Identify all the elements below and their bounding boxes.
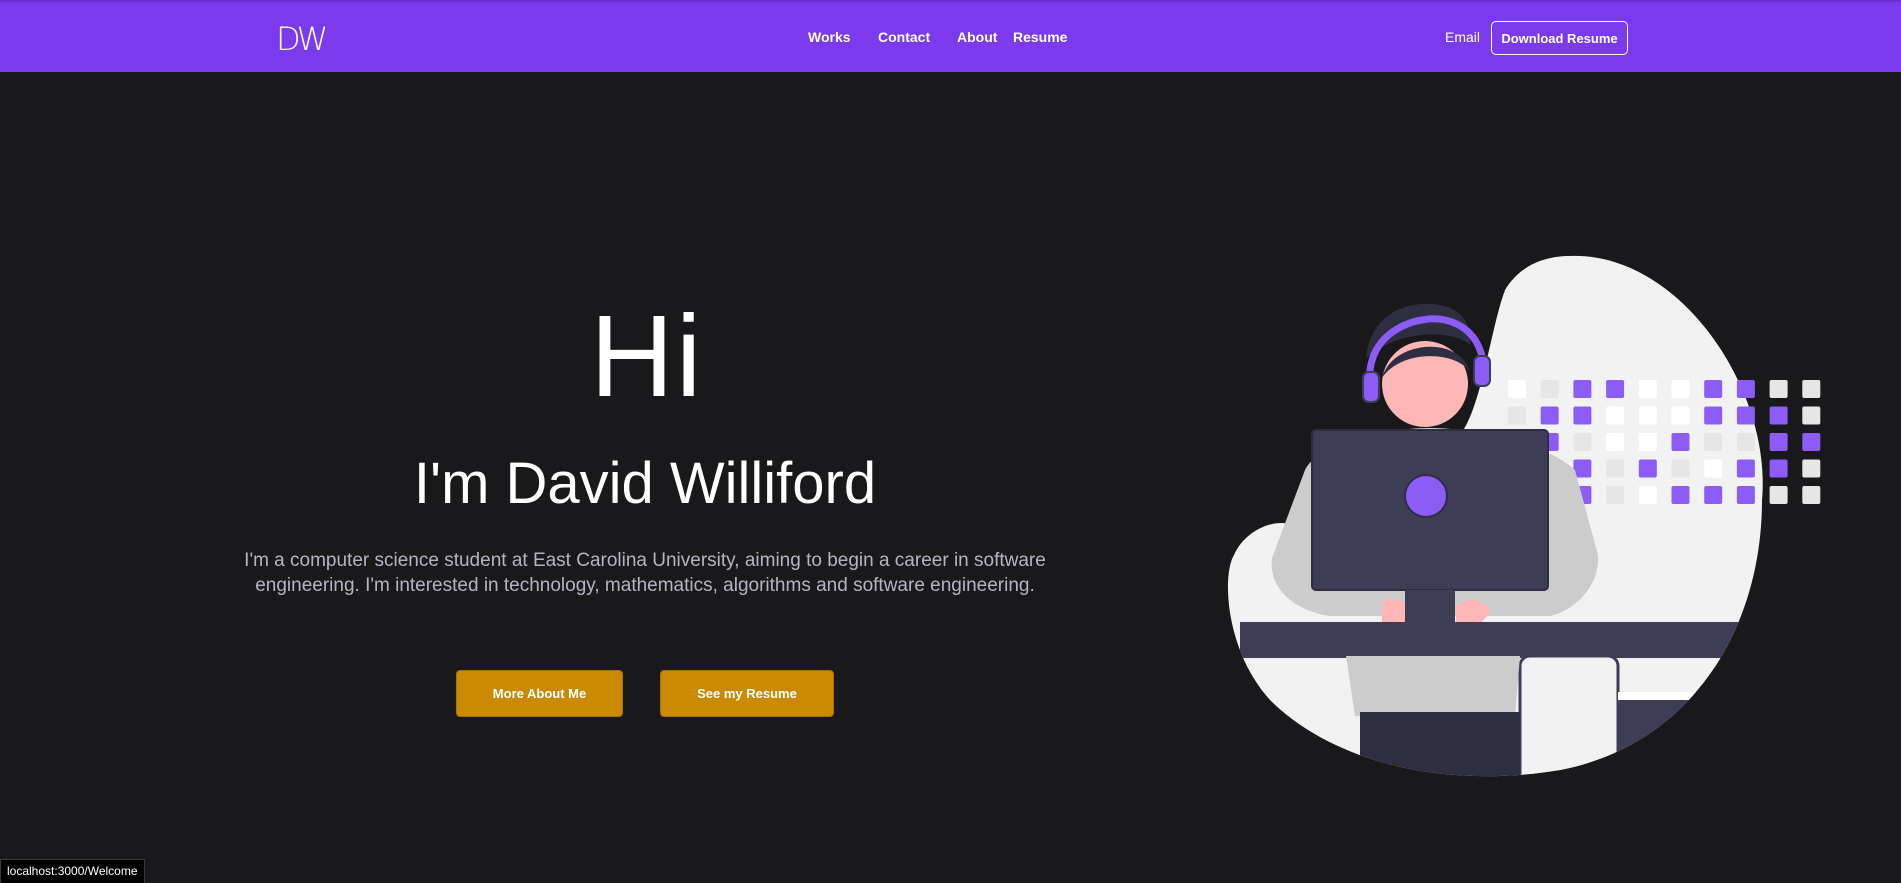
- grid-square: [1638, 380, 1657, 398]
- grid-square: [1638, 433, 1657, 451]
- grid-square: [1606, 486, 1625, 504]
- grid-square: [1573, 433, 1592, 451]
- grid-square: [1573, 406, 1592, 425]
- nav-link-works[interactable]: Works: [808, 29, 851, 45]
- grid-square: [1671, 433, 1690, 451]
- grid-square: [1769, 406, 1788, 425]
- status-bar-url: localhost:3000/Welcome: [0, 859, 145, 883]
- grid-square: [1736, 459, 1755, 478]
- grid-square: [1736, 486, 1755, 504]
- grid-square: [1704, 486, 1723, 504]
- laptop-stand: [1405, 590, 1455, 628]
- grid-square: [1769, 459, 1788, 478]
- grid-square: [1769, 380, 1788, 398]
- grid-square: [1769, 486, 1788, 504]
- grid-square: [1638, 459, 1657, 478]
- grid-square: [1606, 433, 1625, 451]
- hand-left: [1382, 598, 1405, 622]
- grid-square: [1802, 406, 1821, 425]
- grid-square: [1802, 380, 1821, 398]
- top-navbar: DW Works Contact About Resume Email Down…: [0, 0, 1901, 72]
- nav-link-about[interactable]: About: [957, 29, 997, 45]
- grid-square: [1606, 459, 1625, 478]
- grid-square: [1704, 433, 1723, 451]
- grid-square: [1540, 406, 1559, 425]
- grid-square: [1736, 433, 1755, 451]
- grid-square: [1671, 380, 1690, 398]
- nav-link-contact[interactable]: Contact: [878, 29, 930, 45]
- logo[interactable]: DW: [276, 20, 328, 58]
- developer-with-headphones-illustration: [1227, 255, 1821, 777]
- greeting-heading: Hi: [590, 291, 704, 421]
- grid-square: [1671, 459, 1690, 478]
- grid-square: [1769, 433, 1788, 451]
- grid-square: [1508, 406, 1526, 425]
- grid-square: [1573, 380, 1592, 398]
- grid-square: [1704, 459, 1723, 478]
- grid-square: [1671, 406, 1690, 425]
- more-about-me-button[interactable]: More About Me: [456, 670, 623, 717]
- grid-square: [1736, 406, 1755, 425]
- nav-link-resume[interactable]: Resume: [1013, 29, 1067, 45]
- headphones-left-cup: [1362, 371, 1380, 403]
- grid-square: [1508, 380, 1526, 398]
- grid-square: [1802, 459, 1821, 478]
- grid-square: [1802, 433, 1821, 451]
- name-heading: I'm David Williford: [413, 451, 877, 516]
- grid-square: [1540, 380, 1559, 398]
- grid-square: [1606, 380, 1625, 398]
- grid-square: [1638, 486, 1657, 504]
- grid-square: [1704, 406, 1723, 425]
- grid-square: [1736, 380, 1755, 398]
- laptop-logo: [1404, 474, 1448, 518]
- see-my-resume-button[interactable]: See my Resume: [660, 670, 834, 717]
- email-link[interactable]: Email: [1445, 29, 1480, 45]
- grid-square: [1606, 406, 1625, 425]
- download-resume-button[interactable]: Download Resume: [1491, 21, 1628, 55]
- grid-square: [1704, 380, 1723, 398]
- intro-text: I'm a computer science student at East C…: [244, 550, 1046, 596]
- grid-square: [1802, 486, 1821, 504]
- grid-square: [1638, 406, 1657, 425]
- grid-square: [1671, 486, 1690, 504]
- headphones-right-cup: [1473, 355, 1491, 387]
